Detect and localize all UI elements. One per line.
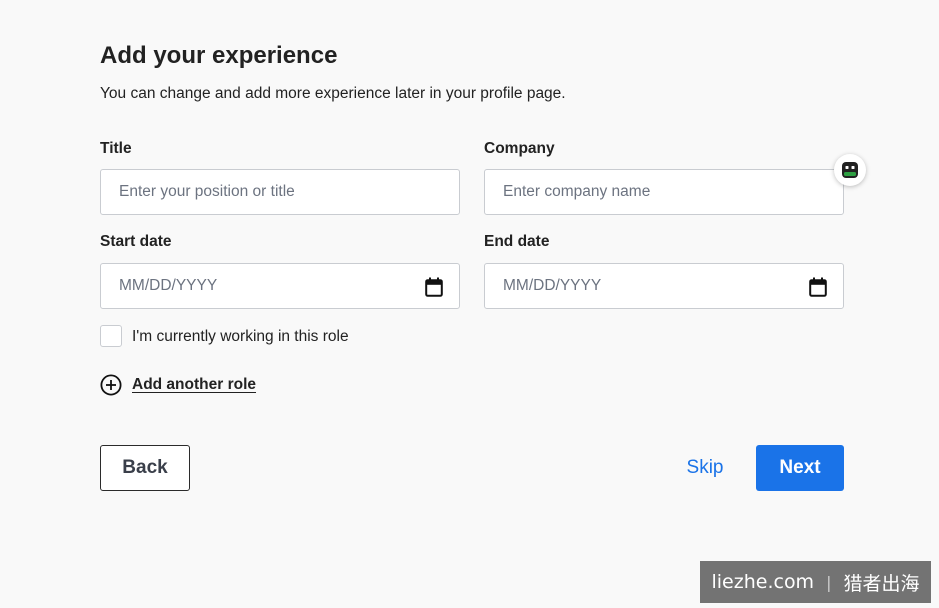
robot-assistant-icon (842, 162, 858, 178)
company-field-container (484, 169, 844, 215)
plus-circle-icon (100, 374, 122, 396)
watermark-site: liezhe.com (711, 571, 815, 593)
current-role-checkbox-label[interactable]: I'm currently working in this role (132, 327, 349, 347)
title-field-container (100, 169, 460, 215)
page-title: Add your experience (100, 42, 338, 69)
company-input[interactable] (485, 170, 843, 214)
title-input[interactable] (101, 170, 459, 214)
calendar-icon[interactable] (425, 277, 443, 297)
current-role-checkbox[interactable] (100, 325, 122, 347)
add-another-role-link[interactable]: Add another role (100, 373, 256, 397)
next-button[interactable]: Next (756, 445, 844, 491)
skip-button[interactable]: Skip (678, 445, 732, 491)
start-date-field-container (100, 263, 460, 309)
end-date-input[interactable] (485, 264, 843, 308)
end-date-field-container (484, 263, 844, 309)
end-date-label: End date (484, 233, 550, 250)
page-subtitle: You can change and add more experience l… (100, 85, 566, 102)
company-label: Company (484, 140, 555, 157)
assistant-widget-button[interactable] (834, 154, 866, 186)
start-date-label: Start date (100, 233, 172, 250)
add-another-role-label[interactable]: Add another role (132, 376, 256, 394)
start-date-input[interactable] (101, 264, 459, 308)
watermark: liezhe.com | 猎者出海 (700, 561, 931, 603)
calendar-icon[interactable] (809, 277, 827, 297)
watermark-brand: 猎者出海 (843, 572, 920, 595)
watermark-separator: | (826, 572, 832, 592)
back-button[interactable]: Back (100, 445, 190, 491)
title-label: Title (100, 140, 132, 157)
